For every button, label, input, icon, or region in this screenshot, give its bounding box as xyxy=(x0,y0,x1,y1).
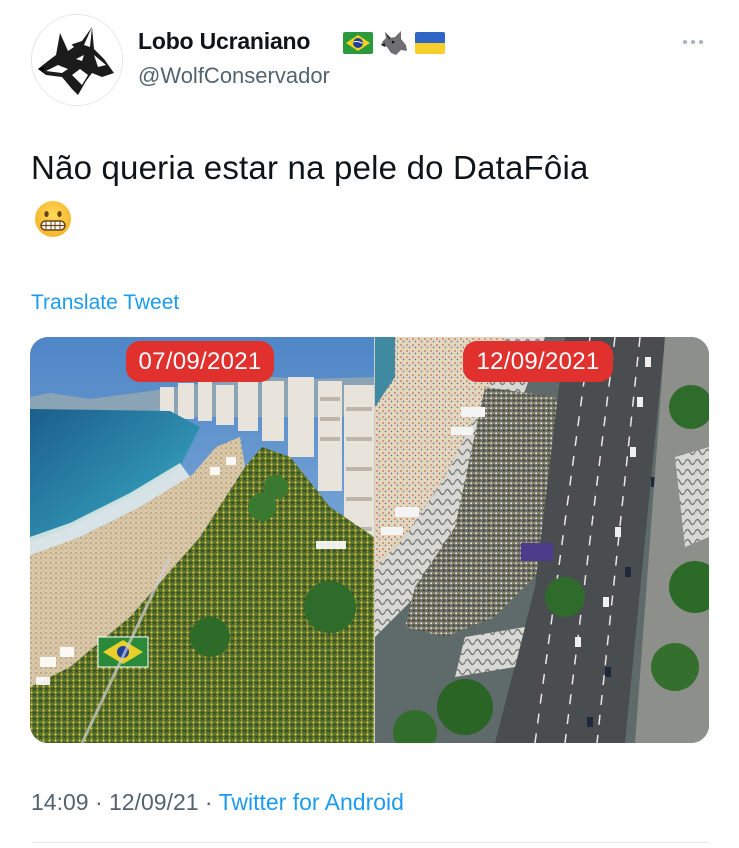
divider xyxy=(31,842,708,843)
tweet-meta: 14:09 · 12/09/21 · Twitter for Android xyxy=(31,789,404,816)
brazil-flag-icon xyxy=(343,32,373,54)
photo-right-crowd-avenue[interactable]: 12/09/2021 xyxy=(375,337,709,743)
tweet-time[interactable]: 14:09 xyxy=(31,789,89,815)
photo-left-crowd-beach[interactable]: 07/09/2021 xyxy=(30,337,374,743)
beach-crowd-image xyxy=(30,337,374,743)
tweet-source-link[interactable]: Twitter for Android xyxy=(219,789,404,815)
meta-separator: · xyxy=(88,789,110,815)
dot-icon xyxy=(683,40,687,44)
wolf-icon xyxy=(379,28,409,58)
author-display-name[interactable]: Lobo Ucraniano xyxy=(138,28,310,55)
more-options-button[interactable] xyxy=(676,32,710,52)
avatar[interactable] xyxy=(31,14,123,106)
dot-icon xyxy=(691,40,695,44)
ukraine-flag-icon xyxy=(415,32,445,54)
grimacing-face-icon xyxy=(33,199,73,239)
meta-separator: · xyxy=(198,789,219,815)
tweet-media[interactable]: 07/09/2021 12/09/2021 xyxy=(30,337,709,743)
translate-tweet-link[interactable]: Translate Tweet xyxy=(31,291,179,315)
name-emojis xyxy=(343,28,445,58)
author-handle[interactable]: @WolfConservador xyxy=(138,63,330,89)
dot-icon xyxy=(699,40,703,44)
photo-right-date-label: 12/09/2021 xyxy=(463,341,613,382)
avenue-crowd-image xyxy=(375,337,709,743)
tweet-text: Não queria estar na pele do DataFôia xyxy=(31,149,589,186)
tweet-date[interactable]: 12/09/21 xyxy=(109,789,199,815)
wolf-avatar-image xyxy=(32,15,122,105)
photo-left-date-label: 07/09/2021 xyxy=(126,341,274,382)
